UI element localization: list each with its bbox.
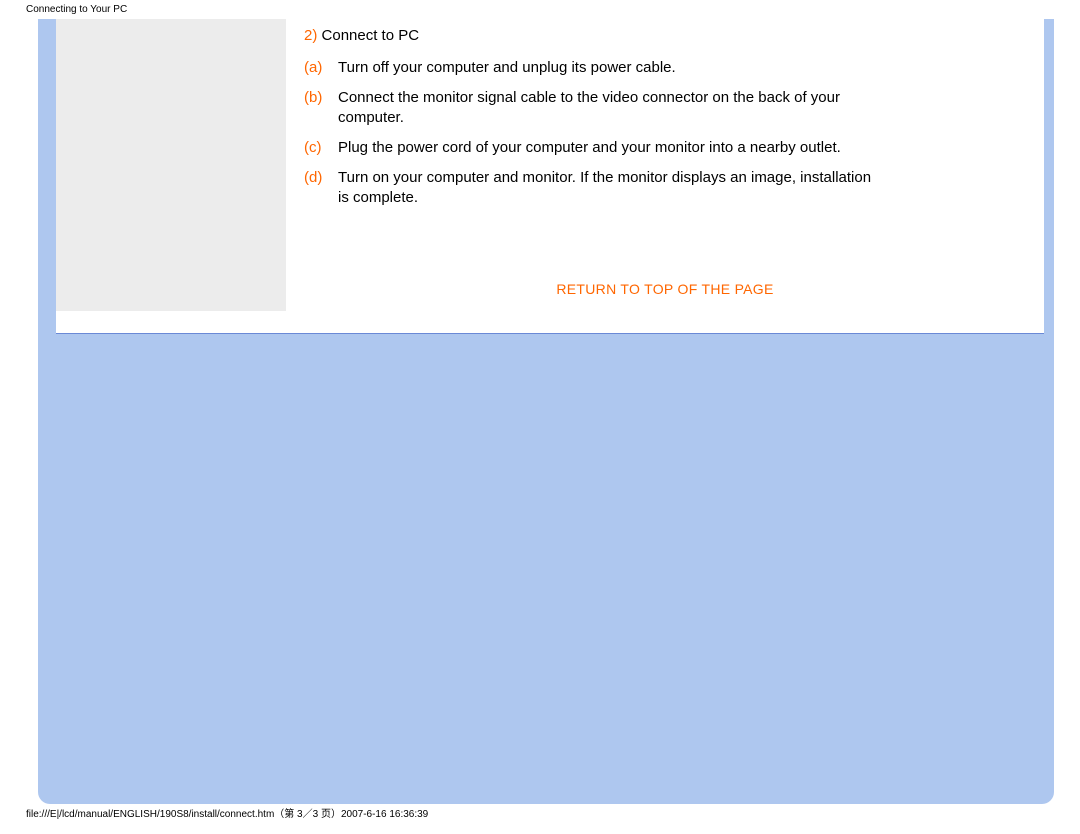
divider-line <box>56 333 1044 334</box>
step-letter: (c) <box>304 138 338 158</box>
step-row: (d) Turn on your computer and monitor. I… <box>286 168 1044 218</box>
step-letter: (a) <box>304 58 338 78</box>
content-panel: 2) Connect to PC (a) Turn off your compu… <box>56 19 1044 333</box>
step-text: Turn off your computer and unplug its po… <box>338 58 1026 78</box>
step-row: (c) Plug the power cord of your computer… <box>286 138 1044 168</box>
section-title: Connect to PC <box>322 27 420 44</box>
step-row: (b) Connect the monitor signal cable to … <box>286 88 1044 138</box>
content-frame: 2) Connect to PC (a) Turn off your compu… <box>38 19 1054 804</box>
step-text: Turn on your computer and monitor. If th… <box>338 168 1026 208</box>
left-gray-column <box>56 19 286 311</box>
step-letter: (d) <box>304 168 338 188</box>
step-row: (a) Turn off your computer and unplug it… <box>286 58 1044 88</box>
section-heading: 2) Connect to PC <box>286 19 1044 58</box>
step-text: Connect the monitor signal cable to the … <box>338 88 1026 128</box>
footer-path-text: file:///E|/lcd/manual/ENGLISH/190S8/inst… <box>0 799 428 820</box>
return-to-top-link[interactable]: RETURN TO TOP OF THE PAGE <box>556 281 773 297</box>
main-content: 2) Connect to PC (a) Turn off your compu… <box>286 19 1044 309</box>
page-header-title: Connecting to Your PC <box>0 0 1080 19</box>
section-number: 2) <box>304 27 317 44</box>
step-text: Plug the power cord of your computer and… <box>338 138 1026 158</box>
return-link-container: RETURN TO TOP OF THE PAGE <box>286 219 1044 309</box>
divider-wrap <box>38 333 1054 334</box>
step-letter: (b) <box>304 88 338 108</box>
